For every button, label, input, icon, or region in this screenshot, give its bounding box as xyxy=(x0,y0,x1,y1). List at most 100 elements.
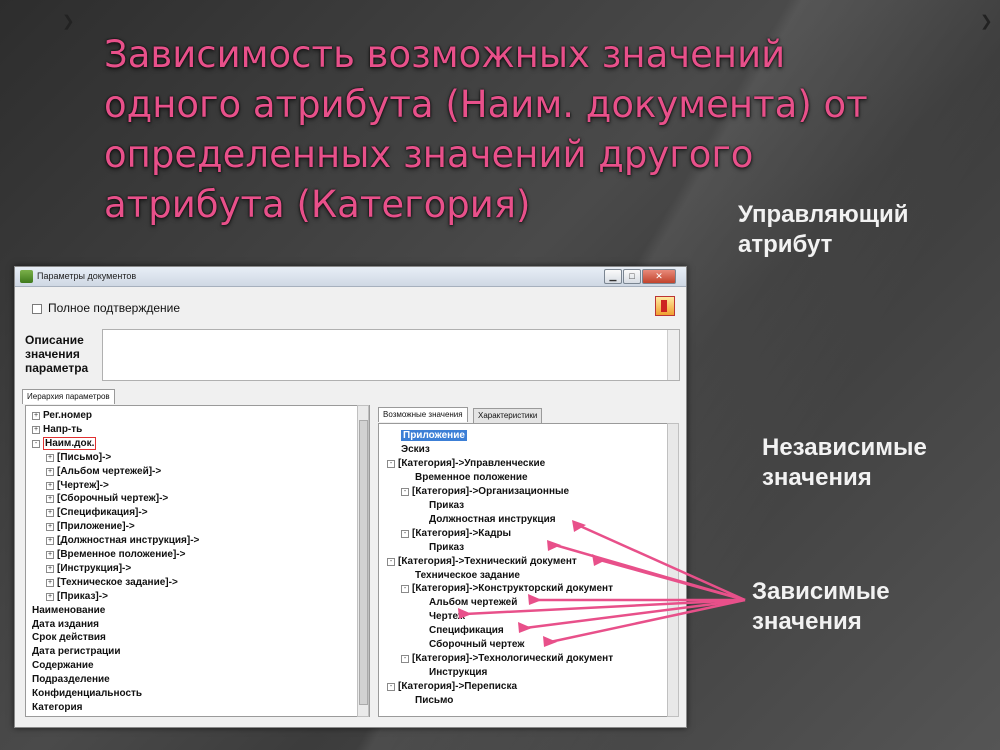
scrollbar-track xyxy=(669,424,678,716)
tree-node[interactable]: + Напр-ть xyxy=(32,423,82,437)
tree-node-label: Приказ xyxy=(429,541,465,553)
possible-values-scrollbar[interactable] xyxy=(667,423,679,717)
tree-node[interactable]: Чертеж xyxy=(429,610,465,624)
label-line: Зависимые xyxy=(752,578,890,605)
exit-button[interactable] xyxy=(655,296,675,316)
tree-node-label: [Приложение]-> xyxy=(57,521,135,533)
tree-node-label: [Категория]->Переписка xyxy=(398,681,518,693)
tree-node[interactable]: - [Категория]->Технический документ xyxy=(387,555,577,569)
minimize-button[interactable]: ▁ xyxy=(604,269,622,284)
expand-icon[interactable]: + xyxy=(46,509,54,518)
tree-node[interactable]: Временное положение xyxy=(415,471,528,485)
tree-node[interactable]: + [Чертеж]-> xyxy=(46,479,109,493)
expand-icon[interactable]: + xyxy=(46,537,54,546)
tree-node[interactable]: Приказ xyxy=(429,541,464,555)
tree-node-label: Техническое задание xyxy=(415,569,520,581)
expand-icon[interactable]: + xyxy=(46,467,54,476)
scrollbar-thumb[interactable] xyxy=(359,420,368,705)
tree-node[interactable]: - [Категория]->Кадры xyxy=(401,527,511,541)
collapse-icon[interactable]: - xyxy=(387,557,395,566)
parameter-tree-scrollbar[interactable] xyxy=(357,405,369,717)
tree-node-label: [Временное положение]-> xyxy=(57,549,186,560)
expand-icon[interactable]: + xyxy=(32,425,40,434)
tree-node[interactable]: + [Письмо]-> xyxy=(46,451,111,465)
collapse-icon[interactable]: - xyxy=(401,585,409,594)
tree-node-label: Срок действия xyxy=(32,632,106,644)
tree-node[interactable]: Приказ xyxy=(429,499,464,513)
tree-node-label: Категория xyxy=(32,701,83,713)
collapse-icon[interactable]: - xyxy=(387,459,395,468)
tree-node[interactable]: + Рег.номер xyxy=(32,409,92,423)
tree-node[interactable]: - [Категория]->Технологический документ xyxy=(401,652,613,666)
collapse-icon[interactable]: - xyxy=(401,655,409,664)
tree-node-label: [Инструкция]-> xyxy=(57,562,132,574)
document-parameters-window: Параметры документов ▁ □ ✕ Полное подтве… xyxy=(14,266,687,728)
tree-node[interactable]: Содержание xyxy=(32,659,94,673)
description-textarea[interactable] xyxy=(102,329,680,381)
tree-node-label: Эскиз xyxy=(401,443,430,455)
tree-node[interactable]: + [Должностная инструкция]-> xyxy=(46,534,199,548)
tree-node[interactable]: + [Инструкция]-> xyxy=(46,562,131,576)
tree-node[interactable]: Приложение xyxy=(401,429,467,443)
tree-node[interactable]: + [Приложение]-> xyxy=(46,520,135,534)
full-confirmation-label: Полное подтверждение xyxy=(48,301,181,315)
slide-title-line: Зависимость возможных значений xyxy=(104,33,786,76)
tree-node[interactable]: Наименование xyxy=(32,604,105,618)
tree-node[interactable]: - [Категория]->Конструкторский документ xyxy=(401,582,613,596)
expand-icon[interactable]: + xyxy=(46,495,54,504)
collapse-icon[interactable]: - xyxy=(401,529,409,538)
tree-node[interactable]: - [Категория]->Управленческие xyxy=(387,457,545,471)
tab-possible-values[interactable]: Возможные значения xyxy=(378,407,468,422)
tree-node[interactable]: Должностная инструкция xyxy=(429,513,556,527)
tree-node[interactable]: + [Спецификация]-> xyxy=(46,506,148,520)
label-independent-values: Независимые значения xyxy=(762,433,927,493)
tree-node[interactable]: Конфиденциальность xyxy=(32,687,142,701)
full-confirmation-checkbox[interactable] xyxy=(32,304,42,314)
tree-node[interactable]: Подразделение xyxy=(32,673,110,687)
close-button[interactable]: ✕ xyxy=(642,269,676,284)
tree-node[interactable]: Письмо xyxy=(415,694,453,708)
tree-node[interactable]: + [Приказ]-> xyxy=(46,590,108,604)
tree-node[interactable]: + [Альбом чертежей]-> xyxy=(46,465,161,479)
tree-node[interactable]: Категория xyxy=(32,701,82,715)
window-toolbar: Полное подтверждение xyxy=(15,288,686,324)
tree-node[interactable]: Альбом чертежей xyxy=(429,596,517,610)
tree-node-label: Приложение xyxy=(401,430,467,441)
tree-node[interactable]: + [Сборочный чертеж]-> xyxy=(46,492,168,506)
parameter-tree: + Рег.номер + Напр-ть - Наим.док. + [Письмо]-> +… xyxy=(25,405,370,717)
tree-node[interactable]: + [Временное положение]-> xyxy=(46,548,185,562)
tree-node-label: Рег.номер xyxy=(43,410,93,421)
expand-icon[interactable]: + xyxy=(46,453,54,462)
maximize-button[interactable]: □ xyxy=(623,269,641,284)
tree-node[interactable]: - Наим.док. xyxy=(32,436,97,451)
collapse-icon[interactable]: - xyxy=(32,439,40,448)
expand-icon[interactable]: + xyxy=(46,551,54,559)
tab-characteristics[interactable]: Характеристики xyxy=(473,408,543,423)
tab-parameter-hierarchy[interactable]: Иерархия параметров xyxy=(22,389,115,404)
expand-icon[interactable]: + xyxy=(32,412,40,420)
collapse-icon[interactable]: - xyxy=(401,487,409,496)
description-scrollbar[interactable] xyxy=(667,330,679,380)
tree-node[interactable]: Спецификация xyxy=(429,624,504,638)
tree-node[interactable]: Техническое задание xyxy=(415,569,520,583)
chevron-left-icon: ❯ xyxy=(62,13,75,30)
label-line: значения xyxy=(762,464,872,491)
tree-node[interactable]: + [Техническое задание]-> xyxy=(46,576,178,590)
expand-icon[interactable]: + xyxy=(46,592,54,601)
expand-icon[interactable]: + xyxy=(46,523,54,532)
description-label-line: значения xyxy=(25,347,80,361)
tree-node[interactable]: - [Категория]->Переписка xyxy=(387,680,517,694)
tree-node[interactable]: Инструкция xyxy=(429,666,487,680)
collapse-icon[interactable]: - xyxy=(387,683,395,692)
tree-node[interactable]: Срок действия xyxy=(32,631,106,645)
tree-node[interactable]: Дата издания xyxy=(32,618,99,632)
expand-icon[interactable]: + xyxy=(46,578,54,587)
tree-node[interactable]: Эскиз xyxy=(401,443,430,457)
label-line: значения xyxy=(752,608,862,635)
expand-icon[interactable]: + xyxy=(46,481,54,490)
tree-node[interactable]: Сборочный чертеж xyxy=(429,638,524,652)
expand-icon[interactable]: + xyxy=(46,564,54,573)
tree-node[interactable]: Дата регистрации xyxy=(32,645,120,659)
tree-node[interactable]: - [Категория]->Организационные xyxy=(401,485,569,499)
window-titlebar[interactable]: Параметры документов ▁ □ ✕ xyxy=(15,267,686,287)
